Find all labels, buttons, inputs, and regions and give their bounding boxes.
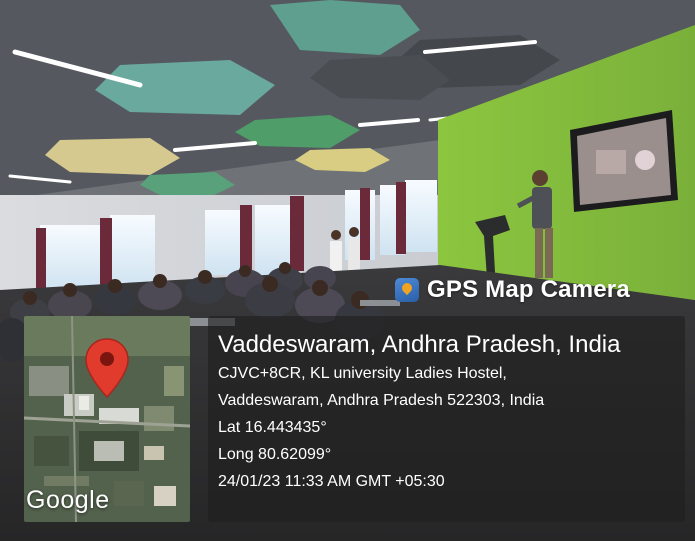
location-headline: Vaddeswaram, Andhra Pradesh, India	[218, 331, 621, 358]
address-line-1: CJVC+8CR, KL university Ladies Hostel,	[218, 365, 507, 382]
location-details: Vaddeswaram, Andhra Pradesh, India CJVC+…	[218, 330, 678, 495]
brand-name: GPS Map Camera	[427, 276, 630, 303]
location-pin-icon	[85, 338, 129, 399]
google-logo: Google	[26, 486, 110, 514]
gps-map-camera-icon	[395, 278, 419, 302]
longitude-text: Long 80.62099°	[218, 446, 332, 463]
timestamp-text: 24/01/23 11:33 AM GMT +05:30	[218, 473, 445, 490]
address-line-2: Vaddeswaram, Andhra Pradesh 522303, Indi…	[218, 392, 545, 409]
classroom-photo: GPS Map Camera Google Vaddeswaram, Andhr…	[0, 0, 695, 541]
satellite-minimap: Google	[24, 316, 190, 522]
latitude-text: Lat 16.443435°	[218, 419, 327, 436]
watermark-brand: GPS Map Camera	[395, 276, 630, 304]
